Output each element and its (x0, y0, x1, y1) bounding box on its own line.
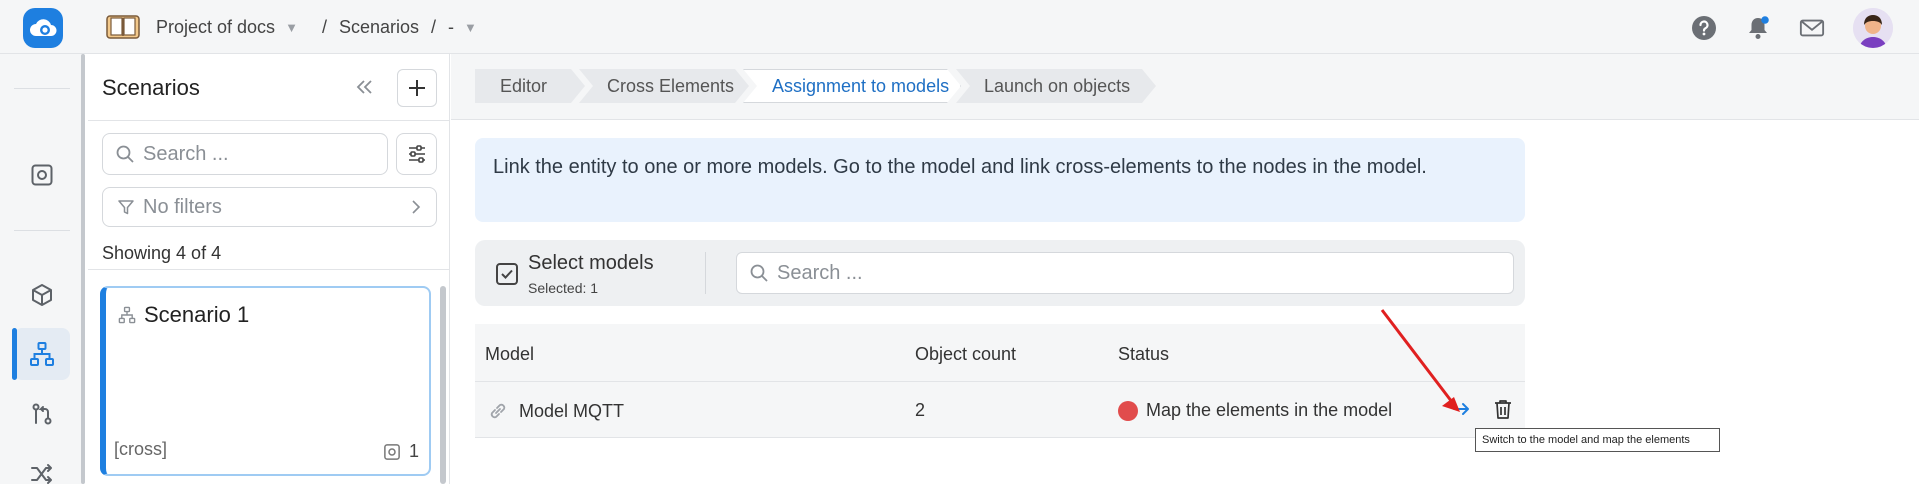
tab-cross-elements[interactable]: Cross Elements (579, 69, 749, 103)
rail-item-scenarios[interactable] (14, 328, 70, 380)
rail-item-shuffle[interactable] (14, 448, 70, 500)
breadcrumb: Project of docs ▼ / Scenarios / - ▼ (104, 12, 489, 42)
column-status[interactable]: Status (1118, 344, 1169, 365)
annotation-arrow (1370, 302, 1470, 418)
model-cell: Model MQTT (487, 400, 624, 422)
tab-launch-on-objects[interactable]: Launch on objects (956, 69, 1156, 103)
scenarios-panel: Scenarios Search ... No filters Showing … (81, 54, 450, 484)
plus-icon (409, 80, 425, 96)
object-square-icon (30, 163, 54, 187)
mail-icon[interactable] (1799, 15, 1825, 41)
column-object-count[interactable]: Object count (915, 344, 1016, 365)
search-placeholder: Search ... (143, 142, 229, 165)
cube-icon (30, 283, 54, 307)
rail-active-indicator (12, 328, 17, 380)
rail-item-branches[interactable] (14, 388, 70, 440)
panel-title: Scenarios (102, 75, 200, 100)
git-branch-icon (30, 402, 54, 426)
breadcrumb-separator: / (321, 16, 327, 37)
breadcrumb-section[interactable]: Scenarios (339, 17, 419, 38)
notifications-icon[interactable] (1745, 15, 1771, 41)
checkbox-icon[interactable] (495, 262, 519, 286)
table-header: Model Object count Status (475, 324, 1525, 382)
table-row[interactable]: Model MQTT 2 Map the elements in the mod… (475, 382, 1525, 438)
link-icon (490, 403, 506, 419)
scrollbar[interactable] (81, 54, 85, 484)
chevron-right-icon (412, 200, 421, 214)
search-icon (750, 264, 768, 282)
main-content: Editor Cross Elements Assignment to mode… (451, 54, 1919, 484)
book-icon (104, 13, 142, 41)
select-models-bar: Select models Selected: 1 Search ... (475, 240, 1525, 306)
object-square-icon (384, 443, 400, 460)
select-models-title: Select models (528, 252, 654, 274)
status-text: Map the elements in the model (1146, 400, 1393, 420)
shuffle-icon (30, 462, 54, 486)
header-actions (1691, 8, 1919, 48)
info-banner: Link the entity to one or more models. G… (475, 138, 1525, 222)
object-count-value: 1 (408, 441, 419, 461)
divider (88, 269, 450, 270)
scenario-name: Scenario 1 (144, 302, 250, 327)
left-rail (0, 54, 84, 484)
search-icon (116, 145, 134, 163)
rail-divider (14, 88, 70, 89)
hierarchy-icon (29, 341, 55, 367)
breadcrumb-current[interactable]: - (448, 17, 454, 38)
tab-label: Assignment to models (772, 75, 950, 96)
chevron-down-icon[interactable]: ▼ (464, 20, 477, 35)
trash-icon[interactable] (1493, 398, 1513, 420)
tab-label: Cross Elements (607, 75, 735, 96)
scenario-tag: [cross] (114, 439, 168, 459)
selected-count: Selected: 1 (528, 280, 599, 296)
model-name[interactable]: Model MQTT (519, 401, 624, 422)
tab-label: Editor (500, 75, 548, 96)
filters-label: No filters (143, 195, 222, 218)
scenario-object-count: 1 (383, 441, 419, 462)
add-scenario-button[interactable] (397, 69, 437, 107)
results-count: Showing 4 of 4 (102, 243, 222, 263)
model-search-input[interactable]: Search ... (736, 252, 1514, 294)
hierarchy-icon (118, 306, 136, 324)
sliders-icon (408, 145, 425, 163)
divider (88, 120, 450, 121)
chevron-down-icon[interactable]: ▼ (285, 20, 298, 35)
scenario-card-title: Scenario 1 (118, 302, 249, 328)
tooltip: Switch to the model and map the elements (1475, 428, 1720, 452)
object-count-cell: 2 (915, 400, 926, 420)
step-tabs: Editor Cross Elements Assignment to mode… (451, 54, 1919, 120)
rail-item-models[interactable] (14, 269, 70, 321)
rail-item-objects[interactable] (14, 149, 70, 201)
scenario-card[interactable]: Scenario 1 [cross] 1 (100, 286, 431, 476)
filter-settings-button[interactable] (396, 133, 437, 175)
help-icon[interactable] (1691, 15, 1717, 41)
breadcrumb-separator: / (431, 16, 437, 37)
filters-dropdown[interactable]: No filters (102, 187, 437, 227)
status-cell: Map the elements in the model (1118, 400, 1392, 421)
funnel-icon (118, 200, 134, 215)
search-placeholder: Search ... (777, 261, 863, 284)
tab-editor[interactable]: Editor (475, 69, 585, 103)
app-logo-icon[interactable] (23, 8, 63, 48)
top-bar: Project of docs ▼ / Scenarios / - ▼ (0, 0, 1919, 54)
tab-label: Launch on objects (984, 75, 1131, 96)
column-model[interactable]: Model (485, 344, 534, 365)
breadcrumb-project[interactable]: Project of docs (156, 17, 275, 38)
rail-divider (14, 230, 70, 231)
list-scrollbar[interactable] (440, 286, 446, 484)
avatar[interactable] (1853, 8, 1893, 48)
scenario-search-input[interactable]: Search ... (102, 133, 388, 175)
divider (705, 252, 706, 294)
tab-assignment-to-models[interactable]: Assignment to models (743, 69, 961, 103)
collapse-icon[interactable] (352, 74, 378, 100)
status-error-dot (1118, 400, 1138, 421)
